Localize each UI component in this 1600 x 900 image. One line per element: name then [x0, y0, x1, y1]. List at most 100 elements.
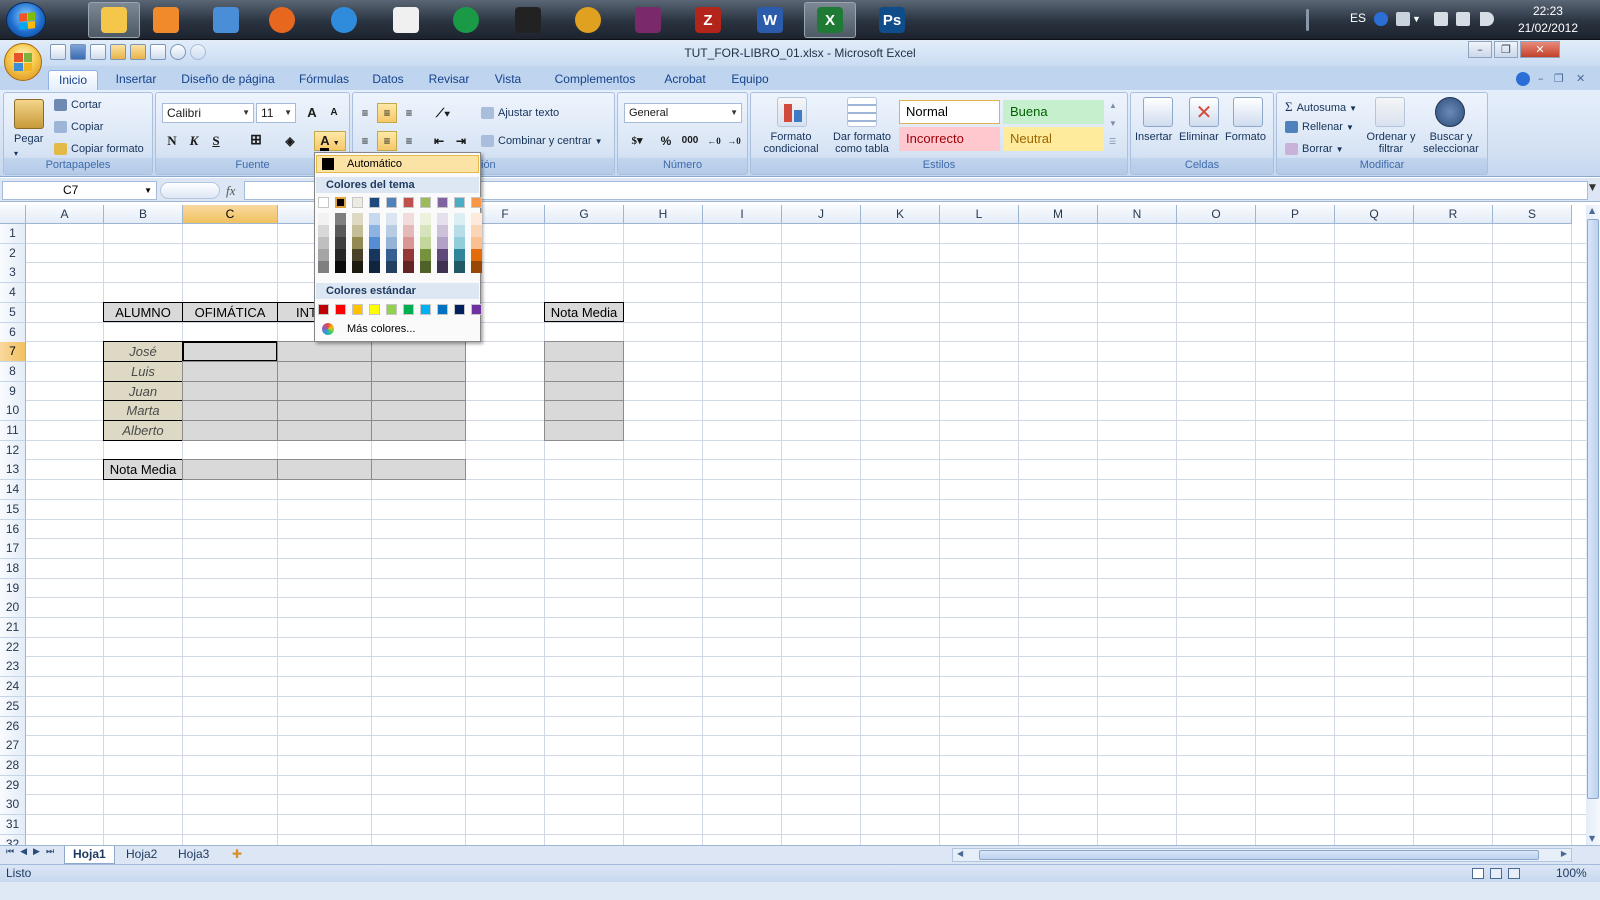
row-header-9[interactable]: 9: [0, 381, 26, 402]
theme-shade-swatch[interactable]: [335, 261, 346, 273]
tab-equipo[interactable]: Equipo: [724, 70, 776, 90]
horizontal-scroll-thumb[interactable]: [979, 850, 1539, 860]
theme-shade-swatch[interactable]: [352, 237, 363, 249]
taskbar-winrar-button[interactable]: [622, 2, 674, 38]
taskbar-app-white-button[interactable]: [380, 2, 432, 38]
underline-button[interactable]: S: [206, 131, 226, 151]
header-nota-media[interactable]: Nota Media: [544, 301, 624, 323]
eliminar-button[interactable]: Eliminar: [1179, 131, 1219, 143]
theme-shade-swatch[interactable]: [352, 225, 363, 237]
bold-button[interactable]: N: [162, 131, 182, 151]
student-average-cell[interactable]: [544, 380, 624, 402]
column-header-K[interactable]: K: [861, 205, 940, 224]
column-header-C[interactable]: C: [183, 205, 278, 224]
insertar-button[interactable]: Insertar: [1135, 131, 1172, 143]
align-middle-icon[interactable]: ≡: [377, 103, 397, 123]
row-header-29[interactable]: 29: [0, 775, 26, 796]
grade-cell-d[interactable]: [277, 341, 372, 362]
taskbar-app-v-logo-button[interactable]: [502, 2, 554, 38]
theme-color-swatch[interactable]: [420, 197, 431, 208]
device-icon[interactable]: [1434, 12, 1448, 26]
scroll-up-icon[interactable]: ▲: [1589, 206, 1595, 215]
theme-color-swatch[interactable]: [471, 197, 482, 208]
theme-shade-swatch[interactable]: [454, 249, 465, 261]
column-header-H[interactable]: H: [624, 205, 703, 224]
row-header-4[interactable]: 4: [0, 283, 26, 304]
taskbar-internet-explorer-button[interactable]: [318, 2, 370, 38]
theme-shade-swatch[interactable]: [454, 237, 465, 249]
align-center-icon[interactable]: ≡: [377, 131, 397, 151]
percent-button[interactable]: %: [656, 131, 676, 151]
formato-condicional-button[interactable]: Formato condicional: [755, 131, 827, 155]
theme-color-swatch[interactable]: [318, 197, 329, 208]
theme-color-swatch[interactable]: [352, 197, 363, 208]
office-button[interactable]: [4, 43, 42, 81]
row-header-30[interactable]: 30: [0, 795, 26, 816]
row-header-14[interactable]: 14: [0, 480, 26, 501]
scroll-down-icon[interactable]: ▼: [1589, 834, 1595, 843]
select-all-corner[interactable]: [0, 205, 26, 224]
sheet-tab-hoja2[interactable]: Hoja2: [118, 846, 165, 864]
row-header-10[interactable]: 10: [0, 401, 26, 422]
column-header-M[interactable]: M: [1019, 205, 1098, 224]
tray-expand-icon[interactable]: ▼: [1412, 12, 1426, 26]
theme-color-swatch[interactable]: [335, 197, 346, 208]
standard-color-swatch[interactable]: [420, 304, 431, 315]
ribbon-help-icon[interactable]: [1516, 72, 1530, 86]
column-header-O[interactable]: O: [1177, 205, 1256, 224]
formato-button[interactable]: Formato: [1225, 131, 1266, 143]
theme-shade-swatch[interactable]: [403, 225, 414, 237]
theme-shade-swatch[interactable]: [335, 225, 346, 237]
rellenar-button[interactable]: Rellenar ▼: [1285, 121, 1354, 134]
insert-sheet-icon[interactable]: ✚: [224, 846, 250, 864]
network-icon[interactable]: [1396, 12, 1410, 26]
taskbar-app-green-circle-button[interactable]: [440, 2, 492, 38]
page-break-view-icon[interactable]: [1508, 868, 1520, 879]
formula-bar-expander[interactable]: [160, 182, 220, 199]
theme-shade-swatch[interactable]: [403, 237, 414, 249]
workbook-restore-button[interactable]: ❐: [1554, 72, 1564, 85]
active-cell-c7[interactable]: [182, 341, 278, 362]
tab-complementos[interactable]: Complementos: [540, 70, 650, 90]
standard-color-swatch[interactable]: [352, 304, 363, 315]
theme-shade-swatch[interactable]: [471, 249, 482, 261]
increase-decimal-icon[interactable]: ←0: [704, 131, 724, 151]
student-average-cell[interactable]: [544, 360, 624, 382]
row-header-7[interactable]: 7: [0, 342, 26, 363]
row-header-15[interactable]: 15: [0, 499, 26, 520]
styles-scroll-up-icon[interactable]: ▲: [1109, 101, 1117, 110]
row-header-25[interactable]: 25: [0, 696, 26, 717]
copiar-formato-button[interactable]: Copiar formato: [54, 143, 144, 156]
scroll-right-icon[interactable]: ▶: [1561, 849, 1567, 858]
theme-color-swatch[interactable]: [403, 197, 414, 208]
row-header-20[interactable]: 20: [0, 598, 26, 619]
grade-cell-e[interactable]: [371, 400, 466, 421]
student-average-cell[interactable]: [544, 420, 624, 441]
insert-function-button[interactable]: fx: [226, 183, 235, 199]
student-name-cell[interactable]: Alberto: [103, 420, 183, 441]
column-header-P[interactable]: P: [1256, 205, 1335, 224]
theme-color-swatch[interactable]: [454, 197, 465, 208]
borders-button[interactable]: ⊞: [246, 131, 266, 151]
theme-shade-swatch[interactable]: [403, 213, 414, 225]
row-header-17[interactable]: 17: [0, 539, 26, 560]
theme-shade-swatch[interactable]: [454, 213, 465, 225]
tab-datos[interactable]: Datos: [366, 70, 410, 90]
theme-shade-swatch[interactable]: [420, 225, 431, 237]
row-header-8[interactable]: 8: [0, 361, 26, 382]
borrar-button[interactable]: Borrar ▼: [1285, 143, 1344, 156]
grade-cell-d[interactable]: [277, 380, 372, 402]
grade-cell-e[interactable]: [371, 380, 466, 402]
student-name-cell[interactable]: Juan: [103, 380, 183, 402]
thousands-button[interactable]: 000: [678, 131, 702, 151]
theme-shade-swatch[interactable]: [335, 237, 346, 249]
taskbar-pen-app-button[interactable]: [200, 2, 252, 38]
theme-shade-swatch[interactable]: [318, 213, 329, 225]
theme-color-swatch[interactable]: [386, 197, 397, 208]
theme-shade-swatch[interactable]: [369, 213, 380, 225]
font-color-button[interactable]: A ▼: [314, 131, 346, 151]
standard-color-swatch[interactable]: [403, 304, 414, 315]
clock[interactable]: 22:23 21/02/2012: [1518, 3, 1578, 37]
grade-cell-ofimatica[interactable]: [182, 420, 278, 441]
row-header-32[interactable]: 32: [0, 834, 26, 845]
